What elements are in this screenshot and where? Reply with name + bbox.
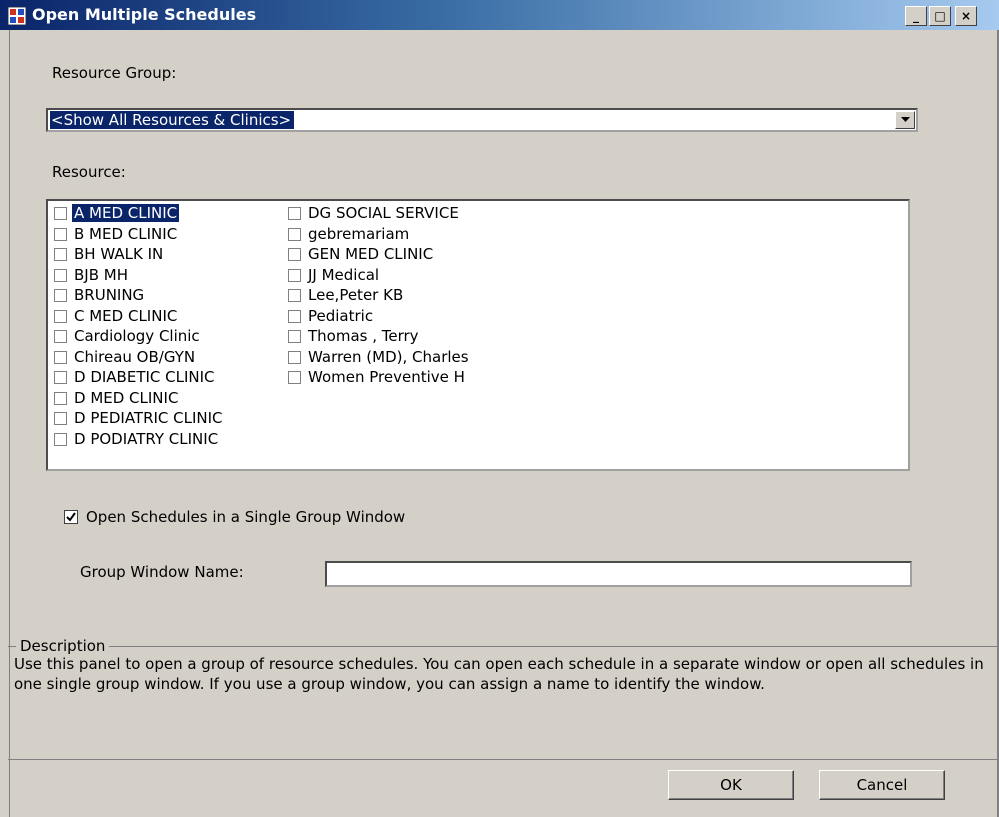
description-text: Use this panel to open a group of resour… [14, 655, 984, 693]
checkbox[interactable] [54, 248, 67, 261]
chevron-down-icon [901, 117, 910, 122]
list-item-label: GEN MED CLINIC [308, 245, 434, 263]
single-group-window-checkbox[interactable] [64, 510, 78, 524]
resource-group-dropdown[interactable]: <Show All Resources & Clinics> [46, 108, 918, 132]
list-item-label: DG SOCIAL SERVICE [308, 204, 459, 222]
list-item-label: Lee,Peter KB [308, 286, 404, 304]
checkbox[interactable] [288, 289, 301, 302]
checkbox[interactable] [54, 309, 67, 323]
maximize-button[interactable]: □ [929, 6, 951, 26]
list-item-label: Thomas , Terry [308, 327, 419, 345]
list-item-label: D MED CLINIC [74, 388, 179, 407]
cancel-button[interactable]: Cancel [819, 770, 945, 800]
checkbox[interactable] [288, 371, 301, 384]
minimize-button[interactable]: _ [905, 6, 927, 26]
list-item-label: D DIABETIC CLINIC [74, 368, 215, 386]
close-button[interactable]: × [955, 6, 977, 26]
resource-group-label: Resource Group: [52, 64, 177, 82]
list-item-label: BH WALK IN [74, 245, 164, 263]
list-item-label: Warren (MD), Charles [308, 347, 469, 366]
checkbox[interactable] [288, 330, 301, 343]
resource-label: Resource: [52, 163, 126, 181]
group-window-name-label: Group Window Name: [80, 563, 244, 581]
list-item-label: Women Preventive H [308, 368, 465, 386]
list-item-label: D PEDIATRIC CLINIC [74, 409, 223, 427]
checkbox[interactable] [54, 432, 67, 446]
single-group-window-label[interactable]: Open Schedules in a Single Group Window [86, 508, 405, 526]
list-item-label: C MED CLINIC [74, 306, 178, 325]
checkbox[interactable] [54, 330, 67, 343]
checkbox[interactable] [288, 248, 301, 261]
checkmark-icon [66, 512, 76, 522]
checkbox[interactable] [288, 227, 301, 241]
checkbox[interactable] [54, 289, 67, 302]
list-item-label: Cardiology Clinic [74, 327, 200, 345]
ok-button[interactable]: OK [668, 770, 794, 800]
list-item-label: B MED CLINIC [74, 224, 178, 243]
checkbox[interactable] [288, 350, 301, 364]
list-item-label: JJ Medical [308, 265, 380, 284]
description-legend: Description [16, 636, 110, 656]
checkbox[interactable] [288, 207, 301, 220]
resource-group-selected-value: <Show All Resources & Clinics> [50, 111, 295, 129]
minimize-icon: _ [913, 9, 919, 23]
list-item-label: gebremariam [308, 224, 410, 243]
resource-checklist[interactable]: A MED CLINIC B MED CLINIC BH WALK IN BJB… [46, 199, 910, 471]
dropdown-button[interactable] [895, 111, 915, 129]
checkbox[interactable] [54, 350, 67, 364]
checkbox[interactable] [288, 309, 301, 323]
checkbox[interactable] [54, 412, 67, 425]
checkbox[interactable] [54, 268, 67, 282]
group-window-name-input[interactable] [325, 561, 912, 587]
title-bar[interactable]: Open Multiple Schedules _ □ × [0, 0, 999, 30]
list-item-label: Pediatric [308, 306, 374, 325]
app-icon [7, 6, 27, 26]
list-item-label: BJB MH [74, 265, 128, 284]
checkbox[interactable] [54, 371, 67, 384]
maximize-icon: □ [934, 9, 946, 23]
checkbox[interactable] [54, 391, 67, 405]
list-item-label: BRUNING [74, 286, 145, 304]
checkbox[interactable] [54, 207, 67, 220]
list-item-label: Chireau OB/GYN [74, 347, 196, 366]
checkbox[interactable] [288, 268, 301, 282]
checkbox[interactable] [54, 227, 67, 241]
list-item-label: D PODIATRY CLINIC [74, 429, 219, 448]
close-icon: × [960, 9, 972, 23]
list-item-label: A MED CLINIC [72, 204, 180, 222]
window-title: Open Multiple Schedules [32, 5, 257, 24]
